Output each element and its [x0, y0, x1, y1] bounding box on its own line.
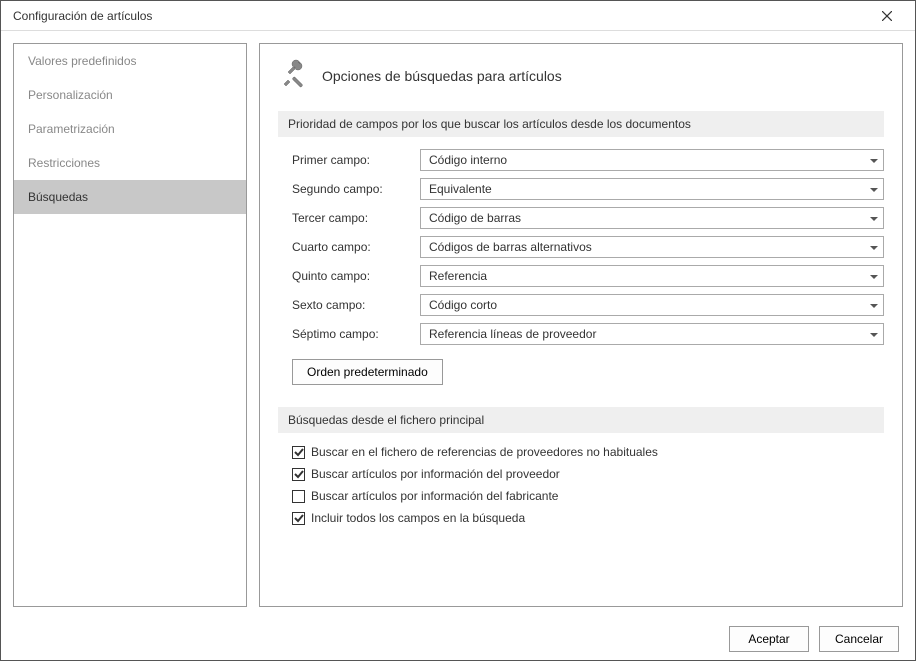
- window-title: Configuración de artículos: [13, 9, 867, 23]
- sidebar-item-1[interactable]: Personalización: [14, 78, 246, 112]
- field-row-0: Primer campo:Código interno: [278, 149, 884, 171]
- sidebar-item-3[interactable]: Restricciones: [14, 146, 246, 180]
- checkbox-label-3: Incluir todos los campos en la búsqueda: [311, 511, 525, 525]
- field-row-1: Segundo campo:Equivalente: [278, 178, 884, 200]
- checkbox-label-1: Buscar artículos por información del pro…: [311, 467, 560, 481]
- field-value-6: Referencia líneas de proveedor: [420, 323, 884, 345]
- checkbox-label-2: Buscar artículos por información del fab…: [311, 489, 558, 503]
- field-value-0: Código interno: [420, 149, 884, 171]
- field-dropdown-2[interactable]: Código de barras: [420, 207, 884, 229]
- field-label-6: Séptimo campo:: [292, 327, 420, 341]
- field-value-1: Equivalente: [420, 178, 884, 200]
- checkbox-1[interactable]: [292, 468, 305, 481]
- dialog-footer: Aceptar Cancelar: [1, 618, 915, 660]
- default-order-button[interactable]: Orden predeterminado: [292, 359, 443, 385]
- checkbox-row-0: Buscar en el fichero de referencias de p…: [278, 445, 884, 459]
- checkbox-row-3: Incluir todos los campos en la búsqueda: [278, 511, 884, 525]
- check-icon: [294, 447, 304, 457]
- section-filesearch-heading: Búsquedas desde el fichero principal: [278, 407, 884, 433]
- field-dropdown-1[interactable]: Equivalente: [420, 178, 884, 200]
- field-row-2: Tercer campo:Código de barras: [278, 207, 884, 229]
- field-label-0: Primer campo:: [292, 153, 420, 167]
- checkbox-0[interactable]: [292, 446, 305, 459]
- field-row-4: Quinto campo:Referencia: [278, 265, 884, 287]
- checkbox-2[interactable]: [292, 490, 305, 503]
- cancel-button[interactable]: Cancelar: [819, 626, 899, 652]
- close-button[interactable]: [867, 2, 907, 30]
- field-row-3: Cuarto campo:Códigos de barras alternati…: [278, 236, 884, 258]
- checkbox-row-1: Buscar artículos por información del pro…: [278, 467, 884, 481]
- check-icon: [294, 513, 304, 523]
- check-icon: [294, 469, 304, 479]
- field-value-2: Código de barras: [420, 207, 884, 229]
- sidebar-item-0[interactable]: Valores predefinidos: [14, 44, 246, 78]
- field-row-6: Séptimo campo:Referencia líneas de prove…: [278, 323, 884, 345]
- accept-button[interactable]: Aceptar: [729, 626, 809, 652]
- field-dropdown-6[interactable]: Referencia líneas de proveedor: [420, 323, 884, 345]
- sidebar: Valores predefinidosPersonalizaciónParam…: [13, 43, 247, 607]
- checkbox-label-0: Buscar en el fichero de referencias de p…: [311, 445, 658, 459]
- field-row-5: Sexto campo:Código corto: [278, 294, 884, 316]
- field-label-3: Cuarto campo:: [292, 240, 420, 254]
- titlebar: Configuración de artículos: [1, 1, 915, 31]
- field-dropdown-0[interactable]: Código interno: [420, 149, 884, 171]
- main-panel: Opciones de búsquedas para artículos Pri…: [259, 43, 903, 607]
- field-dropdown-5[interactable]: Código corto: [420, 294, 884, 316]
- checkbox-3[interactable]: [292, 512, 305, 525]
- sidebar-item-2[interactable]: Parametrización: [14, 112, 246, 146]
- field-value-5: Código corto: [420, 294, 884, 316]
- field-label-1: Segundo campo:: [292, 182, 420, 196]
- sidebar-item-4[interactable]: Búsquedas: [14, 180, 246, 214]
- field-dropdown-4[interactable]: Referencia: [420, 265, 884, 287]
- close-icon: [882, 11, 892, 21]
- field-value-4: Referencia: [420, 265, 884, 287]
- field-label-5: Sexto campo:: [292, 298, 420, 312]
- field-label-2: Tercer campo:: [292, 211, 420, 225]
- field-dropdown-3[interactable]: Códigos de barras alternativos: [420, 236, 884, 258]
- field-value-3: Códigos de barras alternativos: [420, 236, 884, 258]
- field-label-4: Quinto campo:: [292, 269, 420, 283]
- checkbox-row-2: Buscar artículos por información del fab…: [278, 489, 884, 503]
- page-title: Opciones de búsquedas para artículos: [322, 68, 562, 84]
- tools-icon: [278, 58, 310, 93]
- section-priority-heading: Prioridad de campos por los que buscar l…: [278, 111, 884, 137]
